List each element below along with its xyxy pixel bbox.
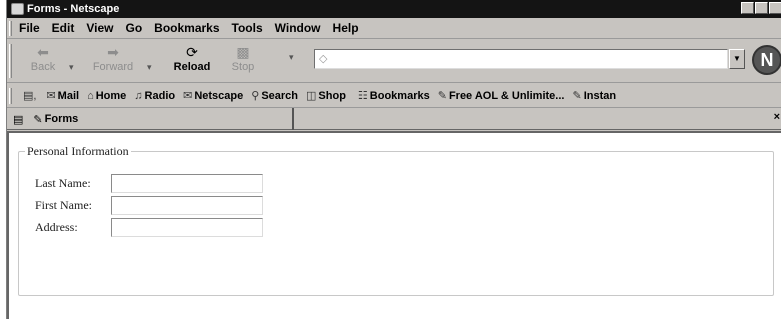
back-arrow-icon: ⬅ — [37, 44, 49, 60]
toolbar-netscape[interactable]: ✉ Netscape — [183, 89, 243, 103]
personalbar-grip[interactable] — [9, 88, 12, 104]
reload-icon: ⟳ — [186, 44, 198, 60]
stop-button[interactable]: ▩ Stop — [225, 42, 261, 80]
maximize-button[interactable] — [755, 2, 768, 14]
back-history-icon[interactable]: ▾ — [69, 62, 74, 73]
menu-go[interactable]: Go — [125, 21, 142, 35]
forward-arrow-icon: ➡ — [107, 44, 119, 60]
menubar-grip[interactable] — [9, 21, 12, 36]
page-icon: ◇ — [319, 53, 328, 65]
url-input[interactable]: ◇ — [314, 49, 728, 69]
browser-window: Forms - Netscape File Edit View Go Bookm… — [6, 0, 781, 319]
toolbar-home[interactable]: ⌂ Home — [87, 90, 126, 102]
last-name-row: Last Name: — [35, 173, 263, 193]
address-input[interactable] — [111, 217, 263, 237]
netscape-link-icon: ✉ — [183, 90, 193, 102]
address-label: Address: — [35, 219, 78, 234]
close-button[interactable] — [769, 2, 781, 14]
window-controls — [741, 2, 781, 14]
tab-forms[interactable]: ▤ ✎ Forms — [7, 108, 294, 130]
bookmarks-icon: ☷ — [357, 90, 368, 102]
menu-tools[interactable]: Tools — [232, 21, 263, 35]
page-content: Personal Information Last Name: First Na… — [7, 131, 781, 319]
last-name-input[interactable] — [111, 173, 263, 193]
url-dropdown-button[interactable]: ▼ — [729, 49, 745, 69]
radio-icon: ♫ — [134, 89, 143, 102]
toolbar-customize-icon[interactable]: ▾ — [289, 52, 294, 63]
new-tab-icon[interactable]: ▤ — [13, 113, 23, 126]
toolbar-search[interactable]: ⚲ Search — [251, 89, 298, 103]
window-title: Forms - Netscape — [27, 3, 120, 15]
first-name-input[interactable] — [111, 195, 263, 215]
sidebar-icon: ▤, — [23, 90, 37, 102]
title-bar: Forms - Netscape — [7, 0, 781, 18]
toolbar-bookmarks[interactable]: ☷ Bookmarks — [357, 89, 430, 103]
navbar-grip[interactable] — [9, 44, 12, 78]
reload-button[interactable]: ⟳ Reload — [167, 42, 217, 80]
menu-help[interactable]: Help — [333, 21, 359, 35]
forward-button[interactable]: ➡ Forward — [85, 42, 141, 80]
pencil-icon: ✎ — [572, 90, 582, 102]
close-tab-icon[interactable]: × — [774, 111, 780, 123]
menu-edit[interactable]: Edit — [52, 21, 75, 35]
menu-view[interactable]: View — [86, 21, 113, 35]
personal-toolbar: ▤, ✉ Mail ⌂ Home ♫ Radio ✉ Netscape ⚲ Search … — [7, 84, 781, 108]
menu-file[interactable]: File — [19, 21, 40, 35]
personal-info-fieldset: Personal Information Last Name: First Na… — [18, 144, 774, 296]
toolbar-radio[interactable]: ♫ Radio — [134, 90, 175, 102]
toolbar-instant[interactable]: ✎ Instan — [572, 89, 616, 103]
menu-window[interactable]: Window — [275, 21, 321, 35]
first-name-row: First Name: — [35, 195, 263, 215]
tab-label: Forms — [44, 113, 79, 125]
forward-history-icon[interactable]: ▾ — [147, 62, 152, 73]
minimize-button[interactable] — [741, 2, 754, 14]
toolbar-mail[interactable]: ✉ Mail — [46, 89, 79, 103]
pencil-icon: ✎ — [437, 90, 447, 102]
menu-bar: File Edit View Go Bookmarks Tools Window… — [7, 18, 781, 39]
home-icon: ⌂ — [87, 89, 94, 102]
search-icon: ⚲ — [251, 90, 260, 102]
netscape-app-icon — [11, 3, 24, 15]
tab-bar: ▤ ✎ Forms × — [7, 108, 781, 130]
stop-icon: ▩ — [236, 44, 250, 60]
mail-icon: ✉ — [46, 90, 56, 102]
shop-icon: ◫ — [306, 90, 317, 102]
first-name-label: First Name: — [35, 197, 92, 212]
navigation-toolbar: ⬅ Back ▾ ➡ Forward ▾ ⟳ Reload ▩ Stop ▾ ◇… — [7, 40, 781, 83]
fieldset-legend: Personal Information — [27, 144, 129, 158]
toolbar-free-aol[interactable]: ✎ Free AOL & Unlimite... — [437, 89, 565, 103]
back-button[interactable]: ⬅ Back — [21, 42, 65, 80]
last-name-label: Last Name: — [35, 175, 91, 190]
netscape-logo[interactable]: N — [752, 45, 781, 75]
address-row: Address: — [35, 217, 263, 237]
toolbar-shop[interactable]: ◫ Shop — [306, 89, 346, 103]
sidebar-toggle[interactable]: ▤, — [23, 89, 38, 102]
menu-bookmarks[interactable]: Bookmarks — [154, 21, 219, 35]
pencil-icon: ✎ — [33, 113, 43, 126]
